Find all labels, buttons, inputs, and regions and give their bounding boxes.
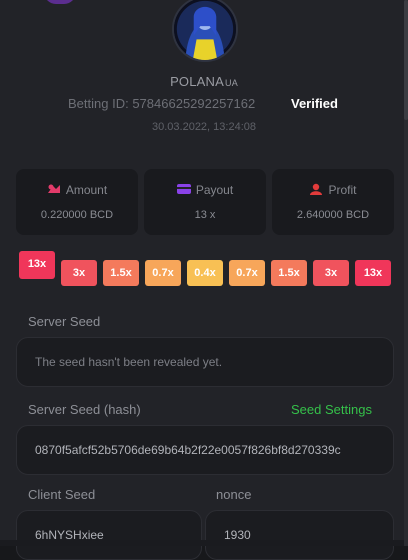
nonce-label: nonce — [216, 487, 252, 502]
multiplier-7: 3x — [313, 260, 349, 286]
client-seed-label: Client Seed — [28, 487, 96, 502]
multiplier-4: 0.4x — [187, 260, 223, 286]
stat-payout-label: Payout — [195, 183, 234, 197]
stat-amount: Amount 0.220000 BCD — [16, 169, 138, 235]
nonce-field[interactable]: 1930 — [205, 510, 394, 560]
server-seed-label: Server Seed — [28, 314, 101, 329]
multiplier-8: 13x — [355, 260, 391, 286]
stat-profit: Profit 2.640000 BCD — [272, 169, 394, 235]
scrollbar[interactable] — [404, 0, 408, 546]
multiplier-0: 13x — [19, 251, 55, 279]
multiplier-5: 0.7x — [229, 260, 265, 286]
username: POLANAUA — [0, 74, 408, 89]
bet-details-panel: POLANAUA Betting ID: 57846625292257162 V… — [0, 0, 404, 560]
bet-datetime: 30.03.2022, 13:24:08 — [152, 121, 256, 133]
card-icon — [176, 184, 191, 194]
scrollbar-thumb[interactable] — [404, 0, 408, 120]
betting-id-value: 57846625292257162 — [132, 96, 256, 111]
stat-profit-value: 2.640000 BCD — [296, 209, 370, 221]
multiplier-2: 1.5x — [103, 260, 139, 286]
seed-settings-link[interactable]: Seed Settings — [291, 402, 372, 417]
stat-amount-head: Amount — [16, 183, 138, 197]
avatar — [172, 0, 238, 62]
username-text: POLANA — [170, 74, 225, 89]
stat-profit-label: Profit — [328, 183, 357, 197]
stat-payout-head: Payout — [144, 183, 266, 197]
stat-amount-value: 0.220000 BCD — [40, 209, 114, 221]
verified-badge[interactable]: Verified — [291, 96, 338, 111]
bottom-strip — [0, 540, 404, 546]
multiplier-6: 1.5x — [271, 260, 307, 286]
multiplier-3: 0.7x — [145, 260, 181, 286]
header-avatar-sliver — [44, 0, 76, 4]
country-flag: UA — [225, 78, 238, 88]
client-seed-field[interactable]: 6hNYSHxiee — [16, 510, 202, 560]
stat-payout-value: 13 x — [194, 209, 216, 221]
profit-icon — [310, 183, 323, 195]
stat-profit-head: Profit — [272, 183, 394, 197]
stat-amount-label: Amount — [65, 183, 108, 197]
server-seed-field[interactable]: The seed hasn't been revealed yet. — [16, 337, 394, 387]
server-seed-hash-field[interactable]: 0870f5afcf52b5706de69b64b2f22e0057f826bf… — [16, 425, 394, 475]
multiplier-1: 3x — [61, 260, 97, 286]
betting-id-label: Betting ID: — [68, 96, 129, 111]
server-seed-hash-label: Server Seed (hash) — [28, 402, 141, 417]
stat-payout: Payout 13 x — [144, 169, 266, 235]
coins-icon — [47, 184, 60, 193]
betting-id: Betting ID: 57846625292257162 — [68, 96, 255, 111]
